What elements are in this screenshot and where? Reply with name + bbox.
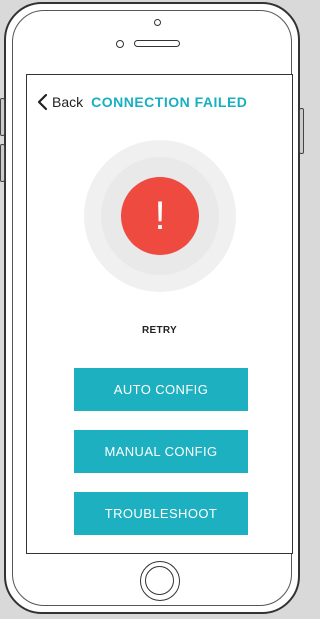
connection-status-graphic: ! (84, 140, 236, 292)
alert-icon: ! (121, 177, 199, 255)
app-screen: Back CONNECTION FAILED ! RETRY AUTO CONF… (26, 74, 293, 554)
phone-frame: Back CONNECTION FAILED ! RETRY AUTO CONF… (0, 2, 304, 614)
front-camera-icon (154, 19, 161, 26)
header-bar: Back CONNECTION FAILED (35, 91, 247, 113)
auto-config-button[interactable]: AUTO CONFIG (74, 368, 248, 411)
sensor-icon (116, 40, 124, 48)
earpiece-speaker (134, 40, 180, 47)
volume-up-button (0, 98, 5, 136)
page-title: CONNECTION FAILED (91, 94, 248, 110)
exclamation-mark: ! (154, 194, 166, 238)
side-power-button (299, 108, 304, 154)
back-chevron-icon[interactable] (35, 91, 49, 113)
volume-down-button (0, 144, 5, 182)
troubleshoot-button[interactable]: TROUBLESHOOT (74, 492, 248, 535)
home-button[interactable] (140, 561, 180, 601)
back-link[interactable]: Back (52, 94, 83, 110)
manual-config-button[interactable]: MANUAL CONFIG (74, 430, 248, 473)
chevron-left-icon (37, 93, 48, 111)
retry-button[interactable]: RETRY (27, 325, 292, 336)
